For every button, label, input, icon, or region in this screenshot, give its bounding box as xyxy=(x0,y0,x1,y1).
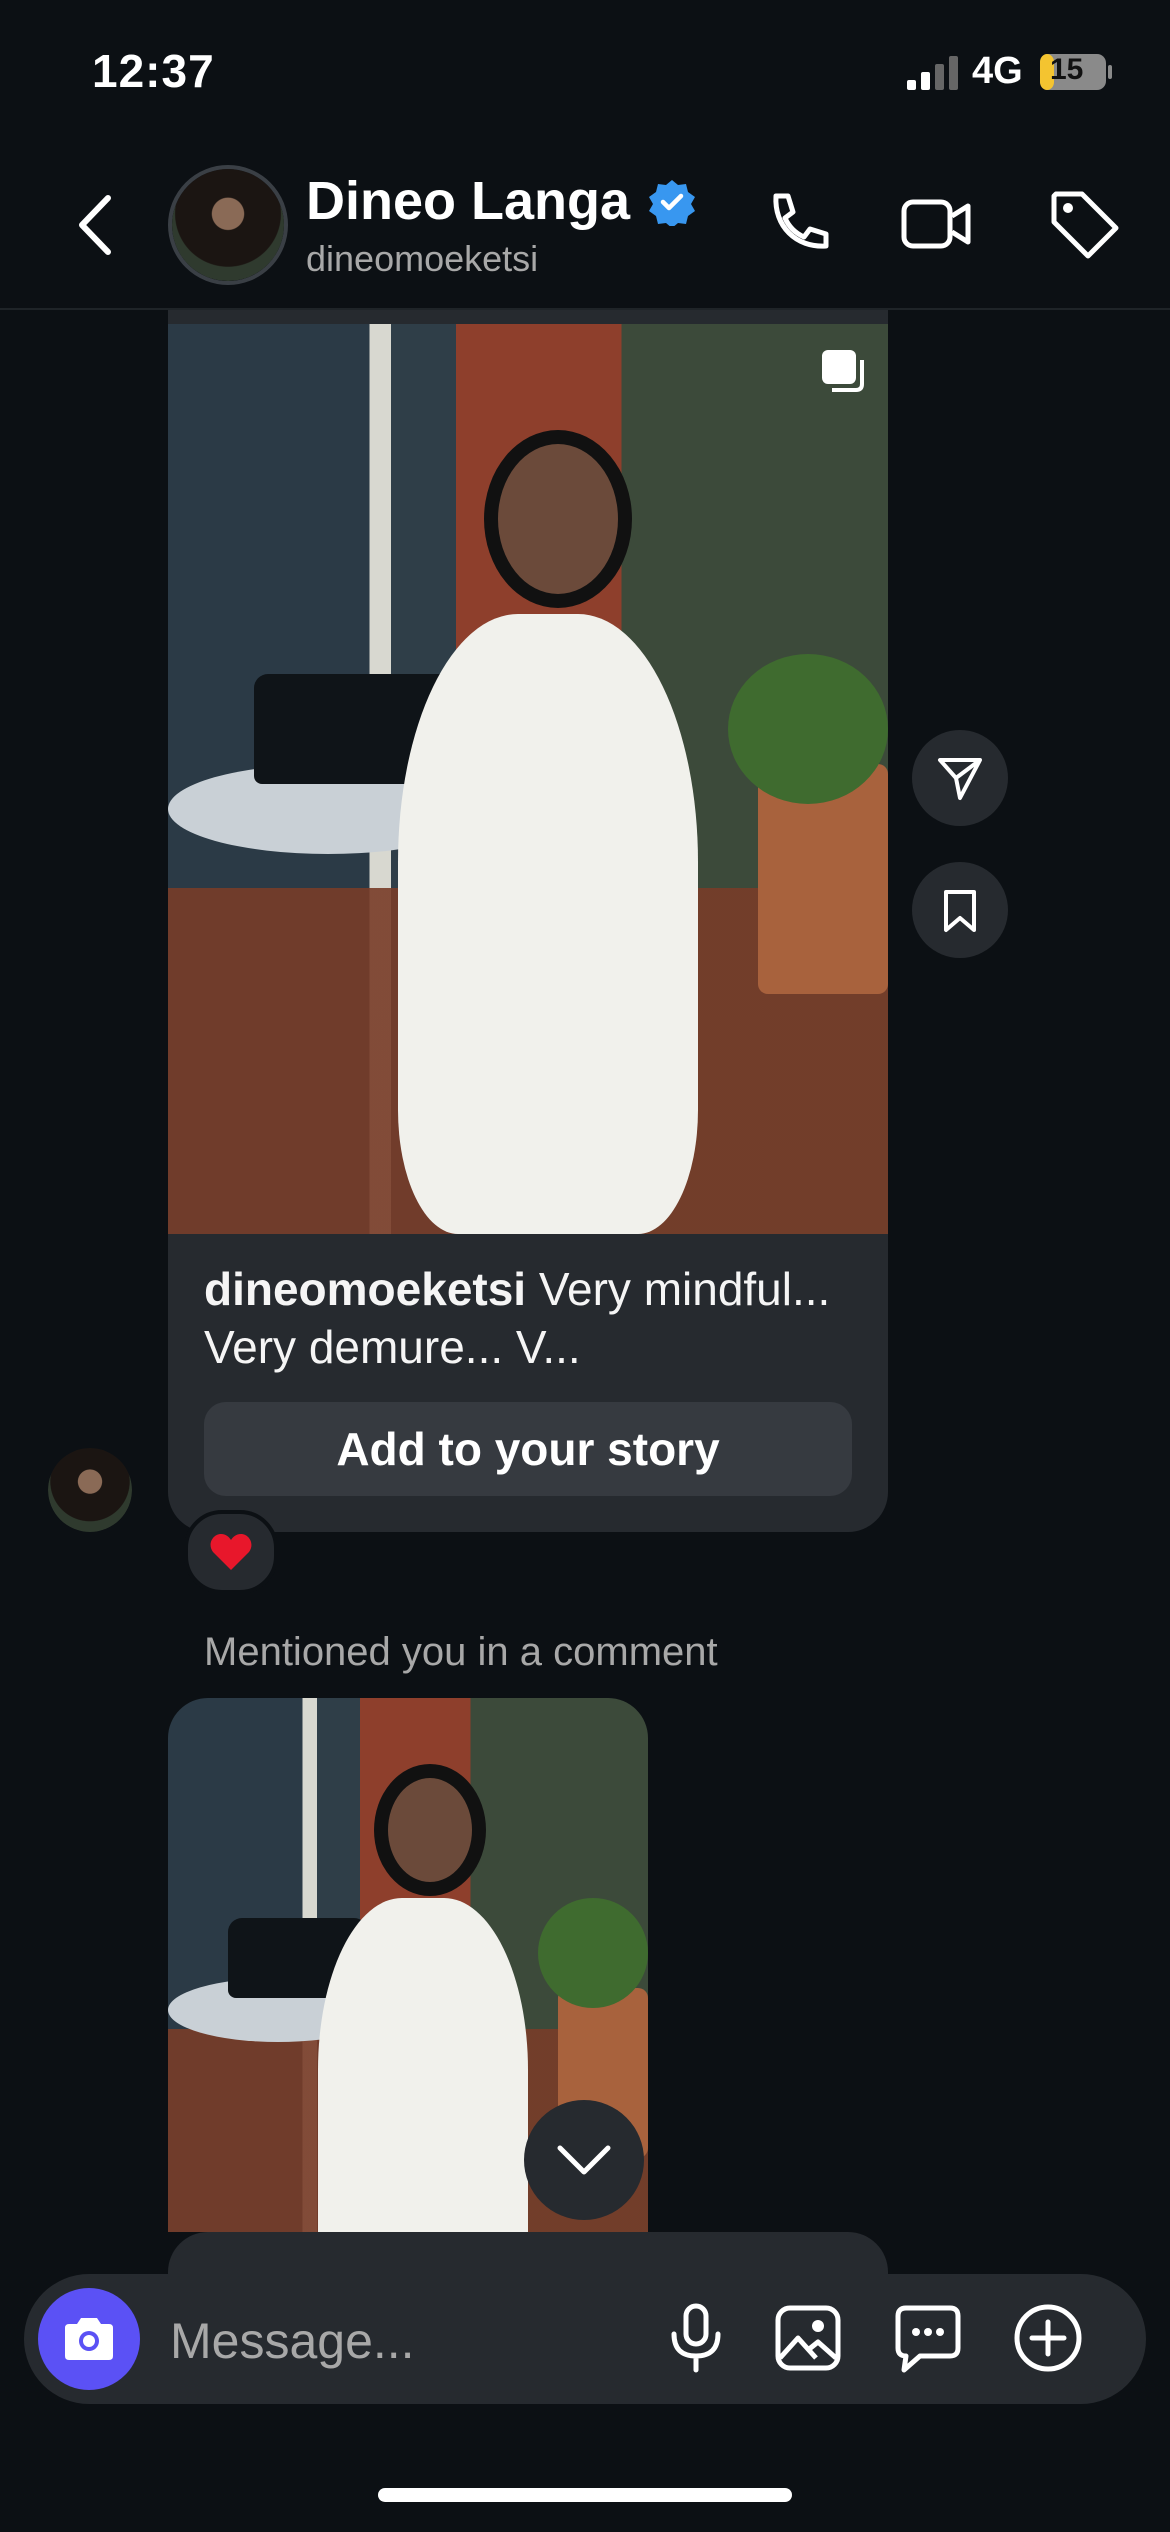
tag-icon[interactable] xyxy=(1046,186,1122,262)
mention-label: Mentioned you in a comment xyxy=(204,1630,718,1674)
heart-icon xyxy=(210,1534,252,1570)
share-button[interactable] xyxy=(912,730,1008,826)
message-input[interactable] xyxy=(168,2304,632,2378)
save-button[interactable] xyxy=(912,862,1008,958)
plus-circle-icon[interactable] xyxy=(1012,2302,1084,2374)
back-icon[interactable] xyxy=(70,190,120,260)
chevron-down-icon xyxy=(557,2145,611,2175)
camera-button[interactable] xyxy=(38,2288,140,2390)
contact-name[interactable]: Dineo Langa xyxy=(306,170,630,232)
contact-handle: dineomoeketsi xyxy=(306,238,539,279)
phone-icon[interactable] xyxy=(758,186,834,262)
battery-indicator: 15 xyxy=(1038,52,1114,92)
battery-level: 15 xyxy=(1050,53,1084,86)
contact-avatar[interactable] xyxy=(168,165,288,285)
bookmark-icon xyxy=(944,890,976,932)
video-icon[interactable] xyxy=(898,186,974,262)
network-label: 4G xyxy=(972,50,1023,92)
sticker-icon[interactable] xyxy=(892,2302,964,2374)
post-caption: dineomoeketsi Very mindful... Very demur… xyxy=(204,1260,864,1376)
sender-avatar[interactable] xyxy=(48,1448,132,1532)
mic-icon[interactable] xyxy=(660,2302,732,2374)
post-username[interactable]: dineomoeketsi xyxy=(204,1263,526,1315)
post-image[interactable] xyxy=(168,324,888,1234)
verified-badge-icon xyxy=(649,180,695,226)
multi-photo-icon xyxy=(822,350,864,392)
camera-icon xyxy=(65,2318,113,2360)
scroll-to-bottom-button[interactable] xyxy=(524,2100,644,2220)
signal-icon xyxy=(907,56,958,90)
gallery-icon[interactable] xyxy=(772,2302,844,2374)
add-to-story-button[interactable]: Add to your story xyxy=(204,1402,852,1496)
share-icon xyxy=(938,758,982,800)
reaction-badge[interactable]: ❤️ xyxy=(184,1510,278,1594)
status-time: 12:37 xyxy=(92,45,215,97)
shared-post-card[interactable]: dineomoeketsi Very mindful... Very demur… xyxy=(168,310,888,1532)
home-indicator xyxy=(378,2488,792,2502)
